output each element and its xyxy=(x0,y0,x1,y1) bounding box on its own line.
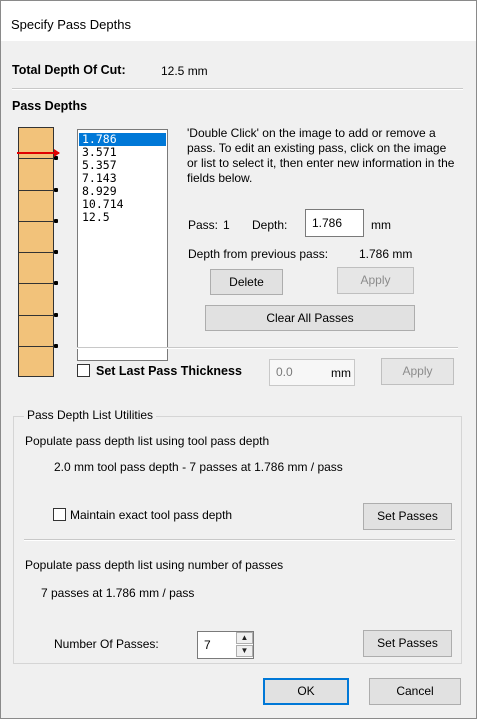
ok-button[interactable]: OK xyxy=(263,678,349,705)
pass-depth-list[interactable]: 1.786 3.571 5.357 7.143 8.929 10.714 12.5 xyxy=(77,129,168,361)
title-bar: Specify Pass Depths xyxy=(1,1,476,41)
depth-input[interactable]: 1.786 xyxy=(305,209,364,237)
ruler-pass-tick xyxy=(54,250,58,254)
pass-depths-heading: Pass Depths xyxy=(12,99,88,113)
set-passes-count-button[interactable]: Set Passes xyxy=(363,630,452,657)
active-pass-arrow-icon xyxy=(54,149,60,157)
tool-pass-heading: Populate pass depth list using tool pass… xyxy=(25,434,270,448)
maintain-exact-depth-checkbox[interactable] xyxy=(53,508,66,521)
last-pass-label: Set Last Pass Thickness xyxy=(96,364,242,378)
separator-utilities xyxy=(24,539,455,541)
num-passes-summary: 7 passes at 1.786 mm / pass xyxy=(41,586,195,600)
last-pass-apply-button[interactable]: Apply xyxy=(381,358,454,385)
set-passes-tool-button[interactable]: Set Passes xyxy=(363,503,452,530)
instructions-text: 'Double Click' on the image to add or re… xyxy=(187,126,455,185)
pass-depths-dialog: Specify Pass Depths Total Depth Of Cut: … xyxy=(0,0,477,719)
separator-mid xyxy=(77,347,458,349)
number-of-passes-spinner[interactable]: 7 ▲ ▼ xyxy=(197,631,254,659)
pass-label: Pass: xyxy=(188,218,219,232)
depth-unit: mm xyxy=(371,218,391,232)
ruler-pass-line[interactable] xyxy=(18,315,54,316)
window-title: Specify Pass Depths xyxy=(11,17,131,32)
ruler-pass-line[interactable] xyxy=(18,346,54,347)
ruler-pass-line[interactable] xyxy=(18,158,54,159)
ruler-pass-tick xyxy=(54,188,58,192)
ruler-pass-line[interactable] xyxy=(18,283,54,284)
ruler-pass-tick xyxy=(54,281,58,285)
last-pass-checkbox[interactable] xyxy=(77,364,90,377)
total-depth-label: Total Depth Of Cut: xyxy=(12,63,126,77)
maintain-exact-depth-label: Maintain exact tool pass depth xyxy=(70,508,233,522)
ruler-pass-tick xyxy=(54,313,58,317)
number-of-passes-value: 7 xyxy=(204,638,211,652)
spin-down-arrow-icon[interactable]: ▼ xyxy=(236,645,253,657)
depth-from-previous-label: Depth from previous pass: xyxy=(188,247,329,261)
ruler-pass-line[interactable] xyxy=(18,221,54,222)
last-pass-unit: mm xyxy=(331,366,351,380)
delete-button[interactable]: Delete xyxy=(210,269,283,295)
clear-all-passes-button[interactable]: Clear All Passes xyxy=(205,305,415,331)
number-of-passes-label: Number Of Passes: xyxy=(54,637,159,651)
pass-number: 1 xyxy=(223,218,230,232)
ruler-pass-tick xyxy=(54,344,58,348)
separator-top xyxy=(12,88,463,90)
depth-label: Depth: xyxy=(252,218,288,232)
tool-pass-summary: 2.0 mm tool pass depth - 7 passes at 1.7… xyxy=(54,460,343,474)
utilities-legend: Pass Depth List Utilities xyxy=(24,408,157,422)
ruler-pass-tick xyxy=(54,219,58,223)
cancel-button[interactable]: Cancel xyxy=(369,678,461,705)
list-item[interactable]: 12.5 xyxy=(79,211,166,224)
num-passes-heading: Populate pass depth list using number of… xyxy=(25,558,284,572)
spin-up-arrow-icon[interactable]: ▲ xyxy=(236,632,253,644)
active-pass-marker xyxy=(17,152,59,154)
ruler-pass-line[interactable] xyxy=(18,252,54,253)
total-depth-value: 12.5 mm xyxy=(161,64,208,78)
depth-from-previous-value: 1.786 mm xyxy=(359,247,413,261)
apply-depth-button[interactable]: Apply xyxy=(337,267,414,294)
ruler-pass-line[interactable] xyxy=(18,190,54,191)
